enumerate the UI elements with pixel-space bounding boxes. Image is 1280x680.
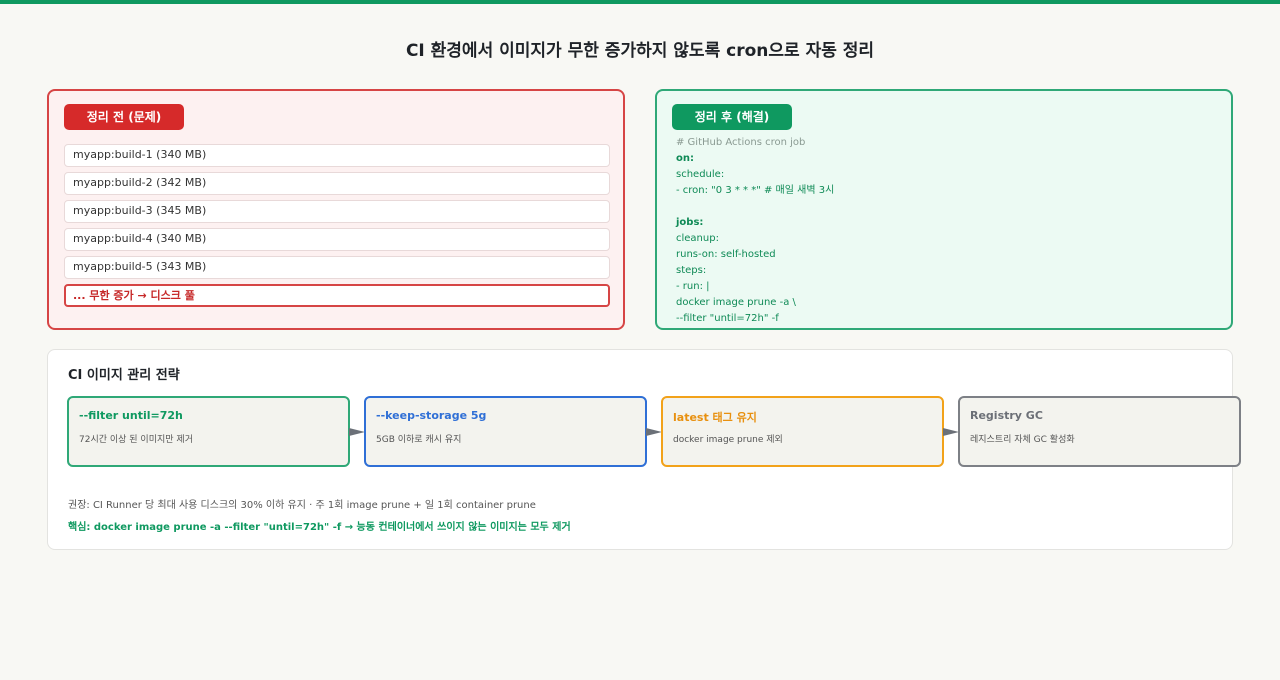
card-title: --filter until=72h bbox=[79, 409, 183, 422]
card-description: 레지스트리 자체 GC 활성화 bbox=[970, 435, 1075, 445]
key-point-note: 핵심: docker image prune -a --filter "unti… bbox=[68, 522, 571, 533]
after-panel: 정리 후 (해결) # GitHub Actions cron job on: … bbox=[655, 89, 1233, 330]
card-description: 5GB 이하로 캐시 유지 bbox=[376, 435, 462, 445]
strategy-card-latest-tag: latest 태그 유지 docker image prune 제외 bbox=[661, 396, 944, 467]
after-label: 정리 후 (해결) bbox=[672, 104, 792, 130]
before-panel: 정리 전 (문제) myapp:build-1 (340 MB) myapp:b… bbox=[47, 89, 625, 330]
code-line: on: bbox=[676, 153, 694, 164]
code-line: runs-on: self-hosted bbox=[676, 249, 776, 260]
disk-full-warning: ... 무한 증가 → 디스크 풀 bbox=[64, 284, 610, 307]
build-item: myapp:build-2 (342 MB) bbox=[64, 172, 610, 195]
code-line: jobs: bbox=[676, 217, 704, 228]
code-line: - cron: "0 3 * * *" # 매일 새벽 3시 bbox=[676, 185, 835, 196]
strategy-section: CI 이미지 관리 전략 --filter until=72h 72시간 이상 … bbox=[47, 349, 1241, 550]
strategy-card-keep-storage: --keep-storage 5g 5GB 이하로 캐시 유지 bbox=[364, 396, 647, 467]
code-line: docker image prune -a \ bbox=[676, 297, 796, 308]
arrow-right-icon bbox=[943, 428, 959, 436]
card-title: Registry GC bbox=[970, 409, 1043, 422]
page-title: CI 환경에서 이미지가 무한 증가하지 않도록 cron으로 자동 정리 bbox=[405, 41, 875, 61]
code-line: schedule: bbox=[676, 169, 725, 180]
strategy-title: CI 이미지 관리 전략 bbox=[68, 368, 180, 383]
top-accent-bar bbox=[0, 0, 1280, 4]
build-item: myapp:build-3 (345 MB) bbox=[64, 200, 610, 223]
build-item: myapp:build-5 (343 MB) bbox=[64, 256, 610, 279]
code-line: --filter "until=72h" -f bbox=[676, 313, 779, 324]
code-line: - run: | bbox=[676, 281, 710, 292]
card-description: 72시간 이상 된 이미지만 제거 bbox=[79, 435, 193, 445]
cron-yaml-code: # GitHub Actions cron job on: schedule: … bbox=[676, 135, 1216, 327]
build-item: myapp:build-1 (340 MB) bbox=[64, 144, 610, 167]
card-description: docker image prune 제외 bbox=[673, 435, 783, 445]
build-list: myapp:build-1 (340 MB) myapp:build-2 (34… bbox=[64, 144, 610, 307]
card-title: latest 태그 유지 bbox=[673, 411, 757, 424]
card-title: --keep-storage 5g bbox=[376, 409, 487, 422]
arrow-right-icon bbox=[349, 428, 365, 436]
before-label: 정리 전 (문제) bbox=[64, 104, 184, 130]
code-line: steps: bbox=[676, 265, 707, 276]
build-item: myapp:build-4 (340 MB) bbox=[64, 228, 610, 251]
strategy-card-filter: --filter until=72h 72시간 이상 된 이미지만 제거 bbox=[67, 396, 350, 467]
arrow-right-icon bbox=[646, 428, 662, 436]
code-line: # GitHub Actions cron job bbox=[676, 137, 806, 148]
strategy-card-registry-gc: Registry GC 레지스트리 자체 GC 활성화 bbox=[958, 396, 1241, 467]
recommendation-note: 권장: CI Runner 당 최대 사용 디스크의 30% 이하 유지 · 주… bbox=[68, 500, 536, 511]
code-line: cleanup: bbox=[676, 233, 719, 244]
